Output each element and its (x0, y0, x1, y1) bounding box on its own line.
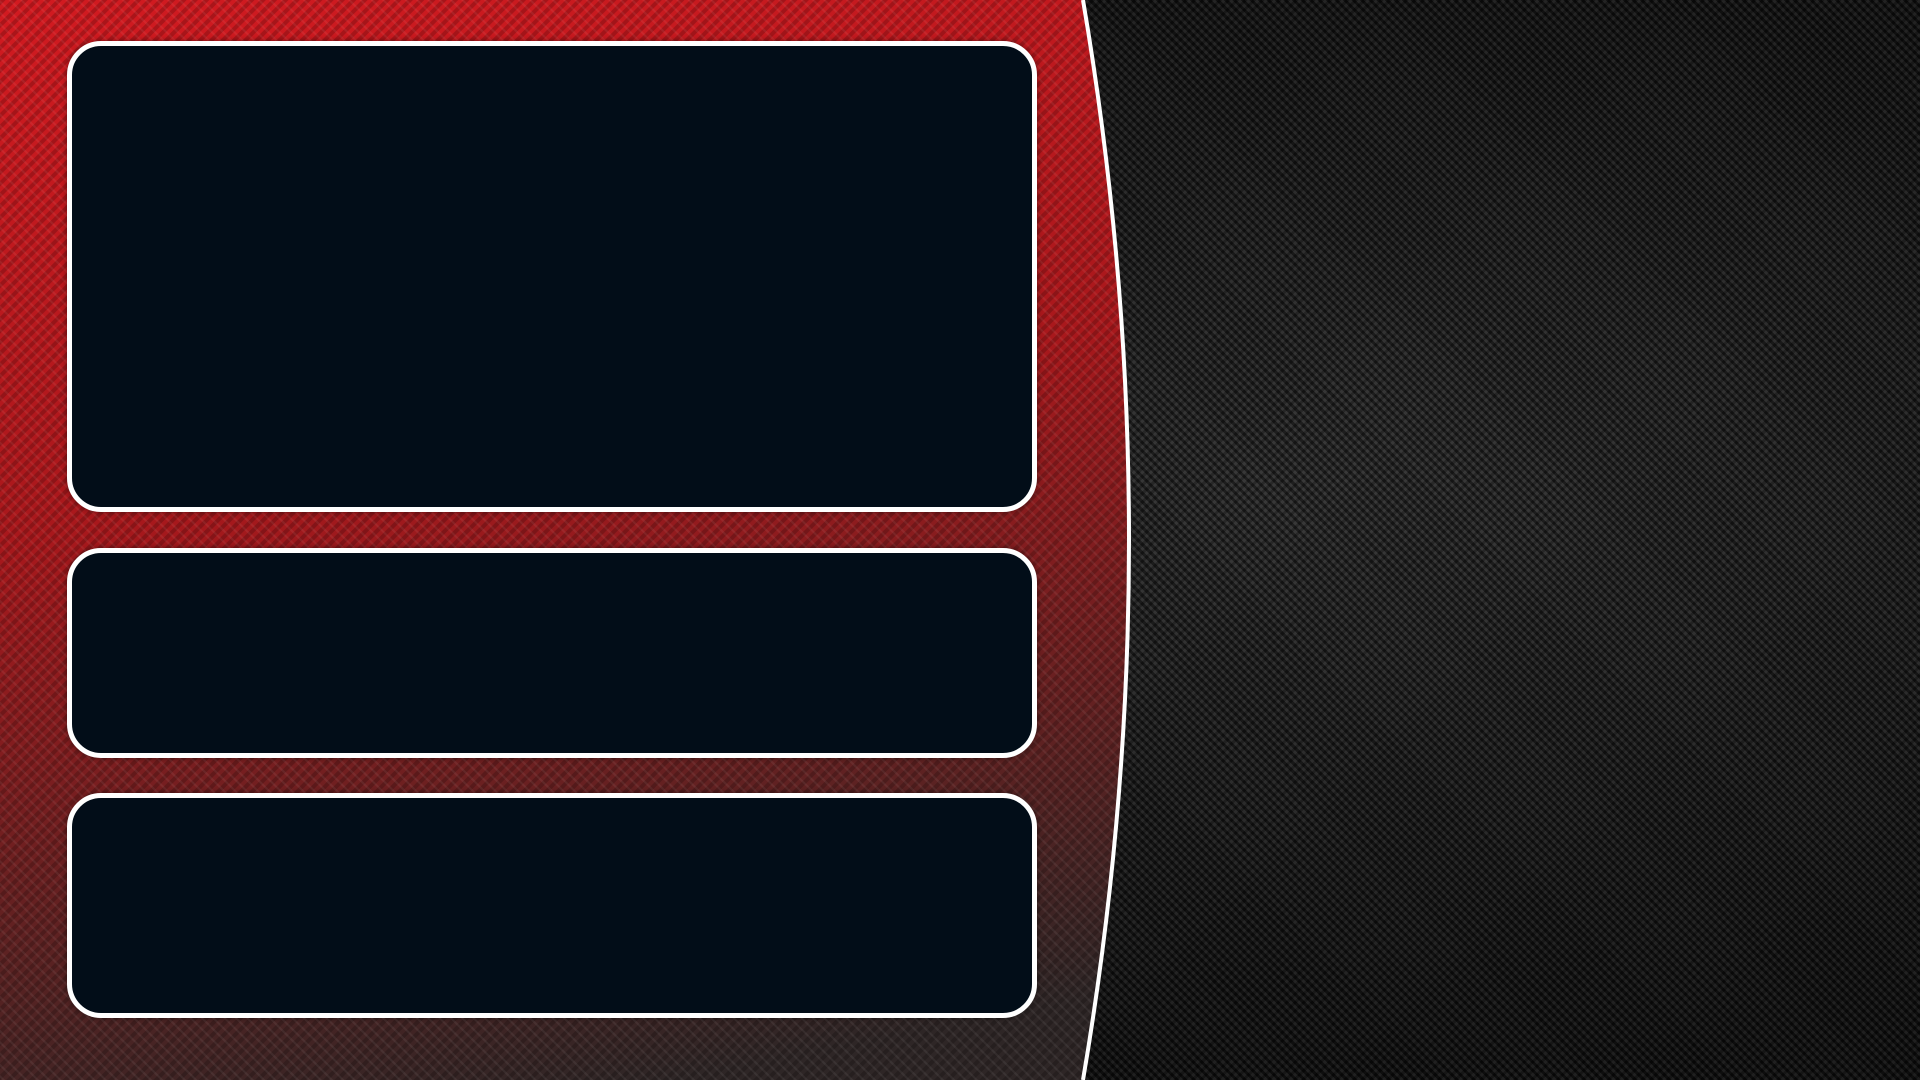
middle-slot (67, 548, 1037, 758)
bottom-slot (67, 793, 1037, 1018)
main-slot (67, 41, 1037, 512)
overlay-canvas (0, 0, 1920, 1080)
